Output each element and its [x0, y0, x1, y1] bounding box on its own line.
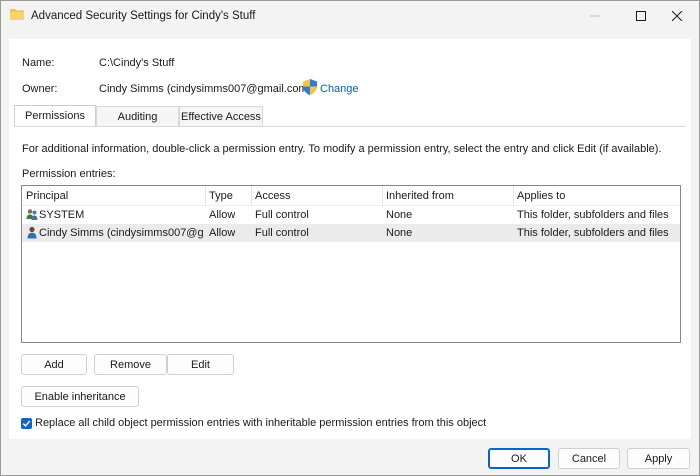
column-header-inherited-from[interactable]: Inherited from: [386, 190, 454, 202]
name-value: C:\Cindy's Stuff: [99, 57, 175, 69]
replace-child-permissions-checkbox[interactable]: [21, 418, 32, 429]
column-header-access[interactable]: Access: [255, 190, 290, 202]
cell-principal: Cindy Simms (cindysimms007@gm...: [39, 227, 203, 239]
table-row[interactable]: Cindy Simms (cindysimms007@gm... Allow F…: [22, 224, 680, 242]
edit-button[interactable]: Edit: [167, 354, 234, 375]
close-icon: [672, 11, 682, 21]
owner-value: Cindy Simms (cindysimms007@gmail.com): [99, 83, 312, 95]
cell-applies-to: This folder, subfolders and files: [517, 227, 669, 239]
cell-type: Allow: [209, 227, 236, 239]
title-bar[interactable]: Advanced Security Settings for Cindy's S…: [1, 1, 699, 31]
cell-applies-to: This folder, subfolders and files: [517, 209, 669, 221]
cancel-button[interactable]: Cancel: [558, 448, 620, 469]
column-divider[interactable]: [205, 186, 206, 206]
table-header: Principal Type Access Inherited from App…: [22, 186, 680, 206]
replace-child-permissions-label[interactable]: Replace all child object permission entr…: [35, 417, 486, 429]
cell-inherited-from: None: [386, 209, 413, 221]
enable-inheritance-button[interactable]: Enable inheritance: [21, 386, 139, 407]
apply-button[interactable]: Apply: [627, 448, 690, 469]
minimize-button[interactable]: [572, 1, 618, 31]
window-title: Advanced Security Settings for Cindy's S…: [31, 10, 256, 22]
tab-effective-access[interactable]: Effective Access: [179, 106, 263, 126]
tab-auditing[interactable]: Auditing: [96, 106, 179, 126]
minimize-icon: [590, 15, 600, 17]
advanced-security-window: Advanced Security Settings for Cindy's S…: [0, 0, 700, 476]
name-label: Name:: [22, 57, 55, 69]
column-header-principal[interactable]: Principal: [26, 190, 68, 202]
tab-permissions[interactable]: Permissions: [14, 105, 96, 126]
uac-shield-icon: [303, 79, 317, 95]
column-divider[interactable]: [251, 186, 252, 206]
checkmark-icon: [22, 420, 31, 427]
add-button[interactable]: Add: [21, 354, 87, 375]
close-button[interactable]: [654, 1, 700, 31]
column-divider[interactable]: [382, 186, 383, 206]
dialog-content: Name: C:\Cindy's Stuff Owner: Cindy Simm…: [9, 39, 691, 439]
cell-access: Full control: [255, 227, 309, 239]
remove-button[interactable]: Remove: [94, 354, 167, 375]
owner-label: Owner:: [22, 83, 58, 95]
change-owner-link[interactable]: Change: [320, 83, 359, 95]
cell-inherited-from: None: [386, 227, 413, 239]
column-header-applies-to[interactable]: Applies to: [517, 190, 565, 202]
info-text: For additional information, double-click…: [22, 143, 662, 155]
table-row[interactable]: SYSTEM Allow Full control None This fold…: [22, 206, 680, 224]
column-header-type[interactable]: Type: [209, 190, 233, 202]
users-group-icon: [26, 209, 38, 220]
column-divider[interactable]: [513, 186, 514, 206]
tab-divider: [14, 126, 686, 127]
cell-type: Allow: [209, 209, 236, 221]
cell-access: Full control: [255, 209, 309, 221]
cell-principal: SYSTEM: [39, 209, 85, 221]
ok-button[interactable]: OK: [488, 448, 550, 469]
permission-entries-list[interactable]: Principal Type Access Inherited from App…: [21, 185, 681, 343]
user-icon: [27, 226, 37, 239]
permission-entries-label: Permission entries:: [22, 168, 116, 180]
maximize-icon: [636, 11, 646, 21]
folder-icon: [10, 9, 24, 20]
